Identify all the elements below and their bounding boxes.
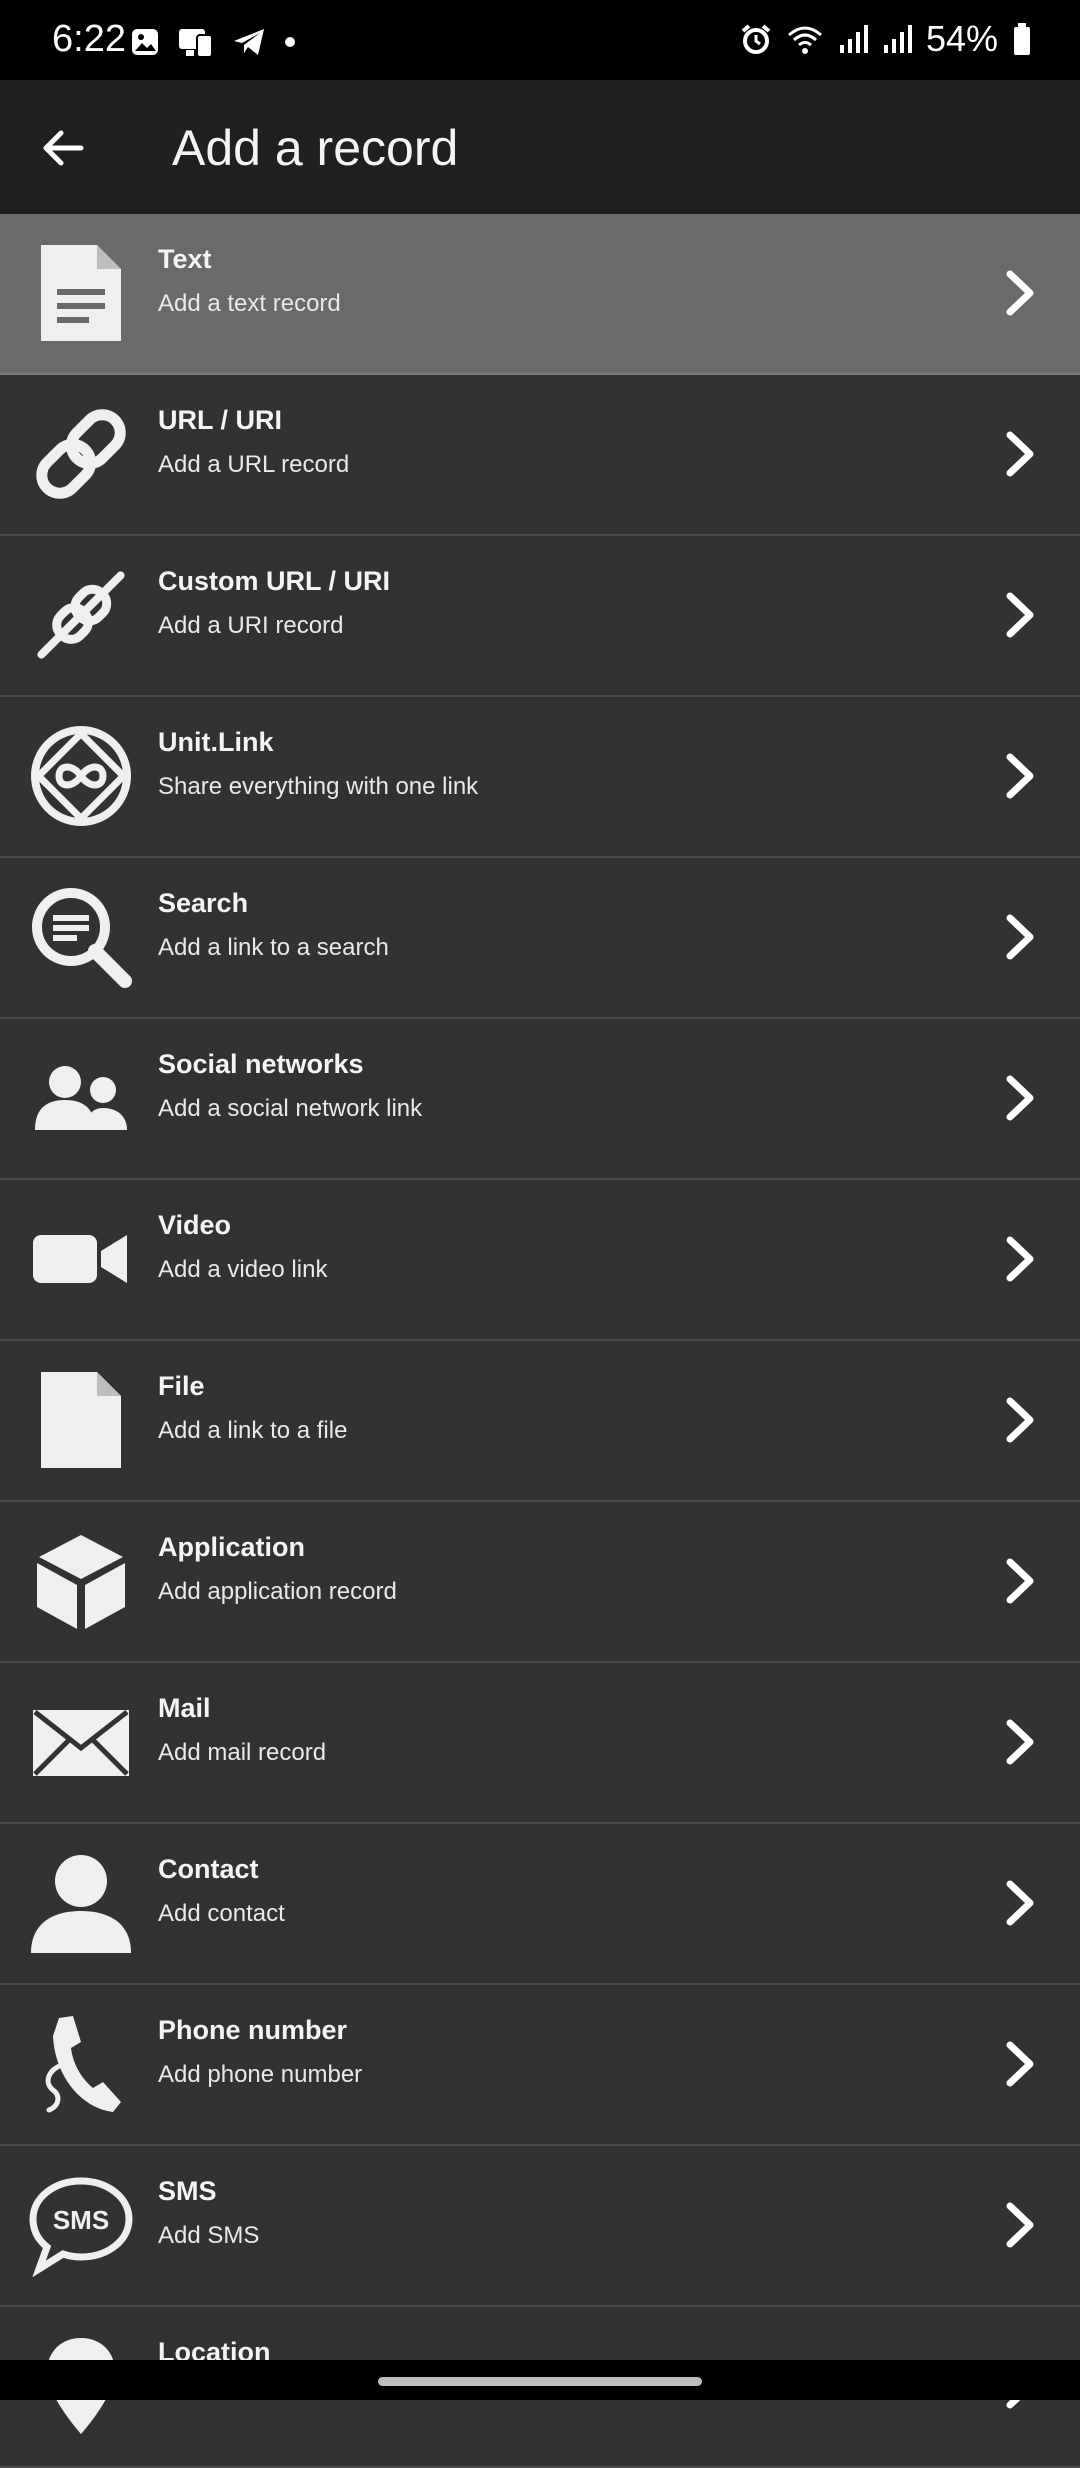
list-item-sms[interactable]: SMS SMS Add SMS bbox=[0, 2146, 1080, 2307]
battery-percent: 54% bbox=[925, 18, 998, 59]
item-subtitle: Add a link to a file bbox=[158, 1417, 348, 1444]
device-icon bbox=[179, 29, 213, 58]
video-camera-icon bbox=[26, 1204, 136, 1314]
signal-icon-1 bbox=[839, 25, 868, 53]
signal-icon-2 bbox=[883, 25, 912, 53]
item-title: Search bbox=[158, 888, 249, 918]
item-subtitle: Add a text record bbox=[158, 290, 341, 317]
list-item-contact[interactable]: Contact Add contact bbox=[0, 1824, 1080, 1985]
item-title: Video bbox=[158, 1210, 232, 1240]
infinity-icon bbox=[26, 721, 136, 831]
list-item-text[interactable]: Text Add a text record bbox=[0, 214, 1080, 375]
item-title: Social networks bbox=[158, 1049, 364, 1079]
chevron-right-icon bbox=[1006, 2041, 1034, 2087]
document-icon bbox=[26, 238, 136, 348]
page-title: Add a record bbox=[172, 120, 459, 176]
item-subtitle: Add a URL record bbox=[158, 451, 350, 478]
file-icon bbox=[26, 1365, 136, 1475]
list-item-video[interactable]: Video Add a video link bbox=[0, 1180, 1080, 1341]
item-subtitle: Add a video link bbox=[158, 1256, 328, 1283]
envelope-icon bbox=[26, 1687, 136, 1797]
people-icon bbox=[26, 1043, 136, 1153]
item-title: Application bbox=[158, 1532, 305, 1562]
item-subtitle: Add contact bbox=[158, 1900, 285, 1927]
search-icon bbox=[26, 882, 136, 992]
link-icon bbox=[26, 399, 136, 509]
telegram-icon bbox=[234, 29, 264, 55]
home-gesture-handle[interactable] bbox=[378, 2377, 702, 2386]
item-subtitle: Add a social network link bbox=[158, 1095, 423, 1122]
list-item-url[interactable]: URL / URI Add a URL record bbox=[0, 375, 1080, 536]
sms-icon-text: SMS bbox=[53, 2205, 109, 2235]
item-subtitle: Add phone number bbox=[158, 2061, 363, 2088]
chevron-right-icon bbox=[1006, 431, 1034, 477]
person-icon bbox=[26, 1848, 136, 1958]
item-subtitle: Add mail record bbox=[158, 1739, 327, 1766]
list-item-custom-url[interactable]: Custom URL / URI Add a URI record bbox=[0, 536, 1080, 697]
chevron-right-icon bbox=[1006, 1880, 1034, 1926]
list-item-file[interactable]: File Add a link to a file bbox=[0, 1341, 1080, 1502]
list-item-mail[interactable]: Mail Add mail record bbox=[0, 1663, 1080, 1824]
battery-icon bbox=[1014, 23, 1030, 55]
record-type-list: Text Add a text record URL / URI Add a U… bbox=[0, 214, 1080, 2468]
dot-icon bbox=[285, 37, 295, 47]
item-title: URL / URI bbox=[158, 405, 283, 435]
item-subtitle: Add SMS bbox=[158, 2222, 260, 2249]
list-item-search[interactable]: Search Add a link to a search bbox=[0, 858, 1080, 1019]
item-subtitle: Add application record bbox=[158, 1578, 397, 1605]
list-item-phone-number[interactable]: Phone number Add phone number bbox=[0, 1985, 1080, 2146]
item-subtitle: Share everything with one link bbox=[158, 773, 479, 800]
status-right: 54% bbox=[740, 14, 1032, 64]
item-title: File bbox=[158, 1371, 205, 1401]
chevron-right-icon bbox=[1006, 753, 1034, 799]
chevron-right-icon bbox=[1006, 1719, 1034, 1765]
chevron-right-icon bbox=[1006, 914, 1034, 960]
list-item-unit-link[interactable]: Unit.Link Share everything with one link bbox=[0, 697, 1080, 858]
chevron-right-icon bbox=[1006, 2202, 1034, 2248]
cube-icon bbox=[26, 1526, 136, 1636]
item-title: Custom URL / URI bbox=[158, 566, 391, 596]
item-title: Unit.Link bbox=[158, 727, 274, 757]
list-item-social-networks[interactable]: Social networks Add a social network lin… bbox=[0, 1019, 1080, 1180]
chevron-right-icon bbox=[1006, 1236, 1034, 1282]
item-subtitle: Add a link to a search bbox=[158, 934, 389, 961]
app-bar: Add a record bbox=[0, 80, 1080, 214]
item-title: Phone number bbox=[158, 2015, 348, 2045]
list-item-application[interactable]: Application Add application record bbox=[0, 1502, 1080, 1663]
status-time: 6:22 bbox=[52, 18, 126, 60]
chevron-right-icon bbox=[1006, 592, 1034, 638]
back-button[interactable] bbox=[30, 115, 96, 181]
sms-icon: SMS bbox=[26, 2170, 136, 2280]
item-subtitle: Add a URI record bbox=[158, 612, 344, 639]
item-title: Contact bbox=[158, 1854, 259, 1884]
alarm-icon bbox=[741, 24, 771, 54]
chevron-right-icon bbox=[1006, 1075, 1034, 1121]
arrow-back-icon bbox=[43, 130, 84, 166]
chevron-right-icon bbox=[1006, 1397, 1034, 1443]
item-title: Mail bbox=[158, 1693, 211, 1723]
gallery-icon bbox=[132, 29, 158, 55]
chevron-right-icon bbox=[1006, 270, 1034, 316]
navigation-bar bbox=[0, 2360, 1080, 2400]
wifi-icon bbox=[787, 26, 822, 54]
phone-icon bbox=[26, 2009, 136, 2119]
custom-link-icon bbox=[26, 560, 136, 670]
item-title: Text bbox=[158, 244, 212, 274]
status-bar: 6:22 54% bbox=[0, 0, 1080, 80]
chevron-right-icon bbox=[1006, 1558, 1034, 1604]
notification-icons bbox=[130, 20, 296, 64]
item-title: SMS bbox=[158, 2176, 217, 2206]
